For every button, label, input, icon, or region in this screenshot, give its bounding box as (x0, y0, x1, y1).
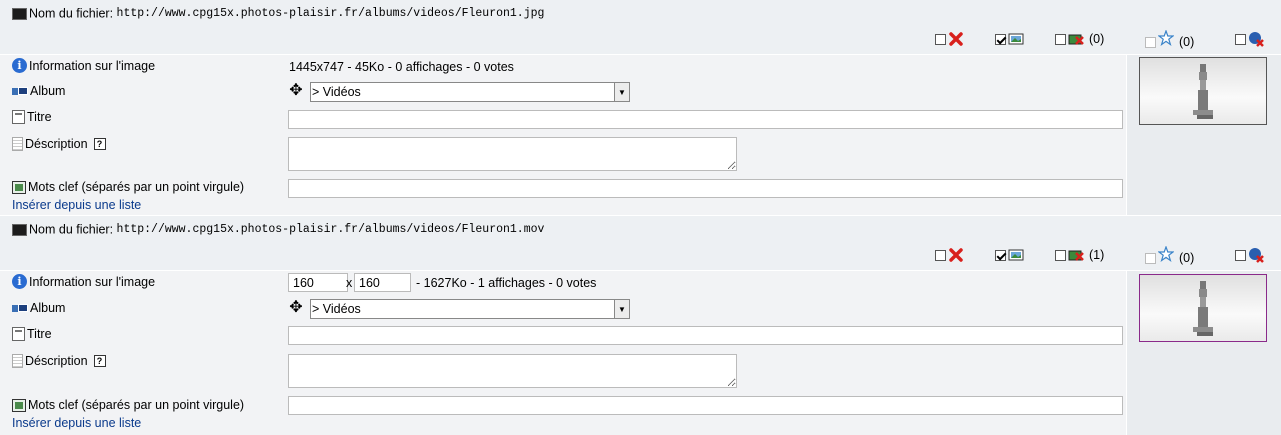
reset-views-count: (0) (1089, 32, 1105, 46)
title-icon (12, 327, 25, 341)
info-label-row: i Information sur l'image (12, 58, 155, 73)
title-icon (12, 110, 25, 124)
info-value: 1445x747 - 45Ko - 0 affichages - 0 votes (289, 60, 514, 74)
height-input[interactable] (354, 273, 411, 292)
title-label-row: Titre (12, 327, 52, 341)
delete-control[interactable] (935, 247, 964, 263)
description-icon (12, 137, 23, 151)
delete-checkbox[interactable] (935, 33, 946, 45)
favorite-star-icon (1157, 29, 1175, 46)
reset-views-icon (1068, 31, 1084, 47)
filename-line: Nom du fichier: http://www.cpg15x.photos… (12, 222, 544, 237)
reset-views-control[interactable]: (0) (1055, 31, 1104, 47)
favorite-checkbox[interactable] (1145, 252, 1156, 264)
approve-icon (1008, 247, 1024, 263)
filename-line: Nom du fichier: http://www.cpg15x.photos… (12, 6, 544, 21)
insert-from-list-link[interactable]: Insérer depuis une liste (12, 416, 141, 430)
info-label-row: i Information sur l'image (12, 274, 155, 289)
description-textarea[interactable] (288, 354, 737, 388)
favorite-control[interactable]: (0) (1145, 29, 1195, 49)
favorite-control[interactable]: (0) (1145, 245, 1195, 265)
reset-votes-icon (1248, 247, 1264, 263)
move-icon[interactable]: ✥ (288, 83, 304, 99)
album-select[interactable]: > Vidéos ▼ (310, 82, 630, 102)
description-label: Déscription (25, 354, 88, 368)
reset-votes-control[interactable] (1235, 247, 1264, 263)
move-icon[interactable]: ✥ (288, 300, 304, 316)
keywords-label: Mots clef (séparés par un point virgule) (28, 398, 245, 412)
keywords-label-row: Mots clef (séparés par un point virgule) (12, 180, 244, 194)
album-label-row: Album (12, 301, 65, 315)
title-label: Titre (27, 110, 52, 124)
info-label: Information sur l'image (29, 58, 156, 73)
keywords-icon (12, 398, 26, 412)
album-label-row: Album (12, 84, 65, 98)
chevron-down-icon: ▼ (614, 300, 629, 318)
info-label: Information sur l'image (29, 274, 156, 289)
album-icon (12, 86, 28, 96)
description-label: Déscription (25, 137, 88, 151)
info-icon: i (12, 58, 27, 73)
album-select-value: > Vidéos (312, 302, 361, 316)
album-select[interactable]: > Vidéos ▼ (310, 299, 630, 319)
title-input[interactable] (288, 326, 1123, 345)
album-label: Album (30, 301, 66, 315)
width-input[interactable] (288, 273, 348, 292)
reset-views-checkbox[interactable] (1055, 33, 1066, 45)
thumbnail-graphic (1193, 281, 1213, 336)
thumbnail-graphic (1193, 64, 1213, 119)
favorite-star-icon (1157, 245, 1175, 262)
keywords-input[interactable] (288, 179, 1123, 198)
approve-checkbox[interactable] (995, 249, 1006, 261)
title-label-row: Titre (12, 110, 52, 124)
delete-icon (948, 247, 964, 263)
description-icon (12, 354, 23, 368)
reset-votes-checkbox[interactable] (1235, 249, 1246, 261)
approve-control[interactable] (995, 247, 1024, 263)
info-icon: i (12, 274, 27, 289)
info-value: - 1627Ko - 1 affichages - 0 votes (416, 276, 597, 290)
chevron-down-icon: ▼ (614, 83, 629, 101)
keywords-icon (12, 180, 26, 194)
thumbnail-image[interactable] (1139, 57, 1267, 125)
dimension-separator: x (346, 276, 353, 290)
reset-views-icon (1068, 247, 1084, 263)
insert-from-list-link[interactable]: Insérer depuis une liste (12, 198, 141, 212)
reset-views-control[interactable]: (1) (1055, 247, 1104, 263)
filename-label: Nom du fichier: (29, 6, 114, 21)
album-label: Album (30, 84, 66, 98)
description-textarea[interactable] (288, 137, 737, 171)
description-label-row: Déscription ? (12, 354, 106, 368)
reset-views-checkbox[interactable] (1055, 249, 1066, 261)
favorite-checkbox[interactable] (1145, 36, 1156, 48)
reset-views-count: (1) (1089, 248, 1105, 262)
terminal-icon (12, 223, 27, 236)
filename-label: Nom du fichier: (29, 222, 114, 237)
file-path: http://www.cpg15x.photos-plaisir.fr/albu… (116, 223, 545, 237)
title-label: Titre (27, 327, 52, 341)
favorite-count: (0) (1179, 35, 1195, 49)
keywords-label-row: Mots clef (séparés par un point virgule) (12, 398, 244, 412)
keywords-input[interactable] (288, 396, 1123, 415)
delete-control[interactable] (935, 31, 964, 47)
description-label-row: Déscription ? (12, 137, 106, 151)
approve-checkbox[interactable] (995, 33, 1006, 45)
delete-checkbox[interactable] (935, 249, 946, 261)
title-input[interactable] (288, 110, 1123, 129)
approve-icon (1008, 31, 1024, 47)
terminal-icon (12, 7, 27, 20)
file-path: http://www.cpg15x.photos-plaisir.fr/albu… (116, 7, 545, 21)
reset-votes-icon (1248, 31, 1264, 47)
keywords-label: Mots clef (séparés par un point virgule) (28, 180, 245, 194)
approve-control[interactable] (995, 31, 1024, 47)
delete-icon (948, 31, 964, 47)
help-icon[interactable]: ? (93, 138, 106, 150)
album-icon (12, 303, 28, 313)
thumbnail-image[interactable] (1139, 274, 1267, 342)
reset-votes-control[interactable] (1235, 31, 1264, 47)
favorite-count: (0) (1179, 251, 1195, 265)
help-icon[interactable]: ? (93, 355, 106, 367)
album-select-value: > Vidéos (312, 85, 361, 99)
reset-votes-checkbox[interactable] (1235, 33, 1246, 45)
